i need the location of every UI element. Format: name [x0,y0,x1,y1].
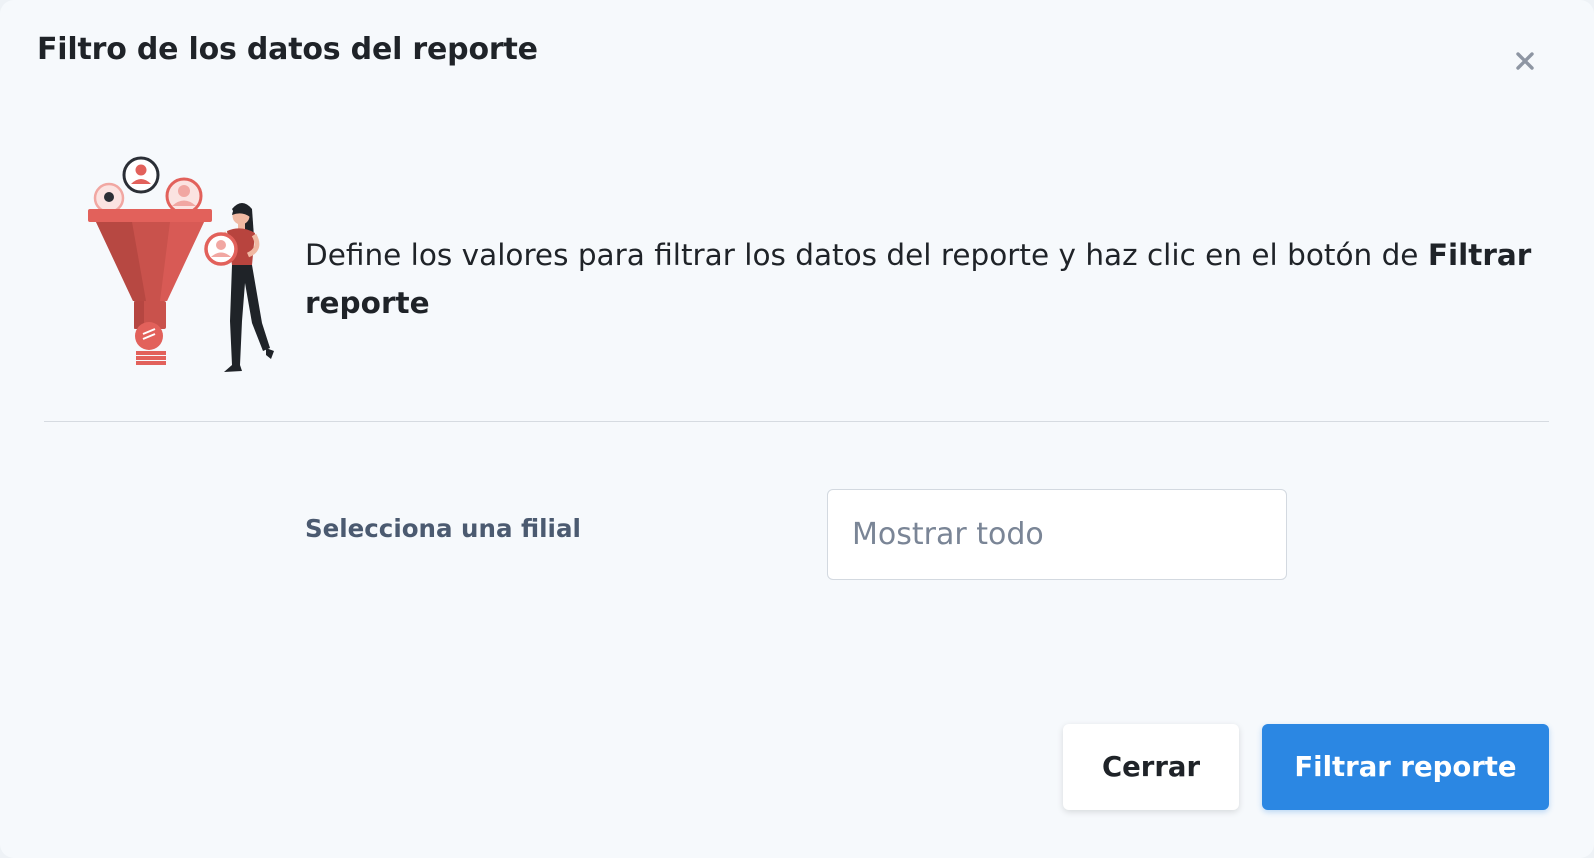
user-bubble-icon [93,182,125,214]
close-modal-button[interactable]: Cerrar [1063,724,1239,810]
intro-text: Define los valores para filtrar los dato… [305,238,1428,272]
filter-report-button[interactable]: Filtrar reporte [1262,724,1549,810]
filter-report-modal: Filtro de los datos del reporte Define l… [0,0,1594,858]
funnel-filter-illustration [88,156,274,372]
section-divider [44,421,1549,422]
user-bubble-icon [165,177,203,215]
modal-title: Filtro de los datos del reporte [37,32,538,67]
branch-select-value: Mostrar todo [852,517,1044,552]
woman-figure [204,203,274,372]
close-icon [1516,52,1534,70]
branch-select-label: Selecciona una filial [305,514,581,543]
user-bubble-icon [122,156,160,194]
close-button[interactable] [1508,44,1542,78]
intro-description: Define los valores para filtrar los dato… [305,231,1545,327]
branch-select[interactable]: Mostrar todo [827,489,1287,580]
